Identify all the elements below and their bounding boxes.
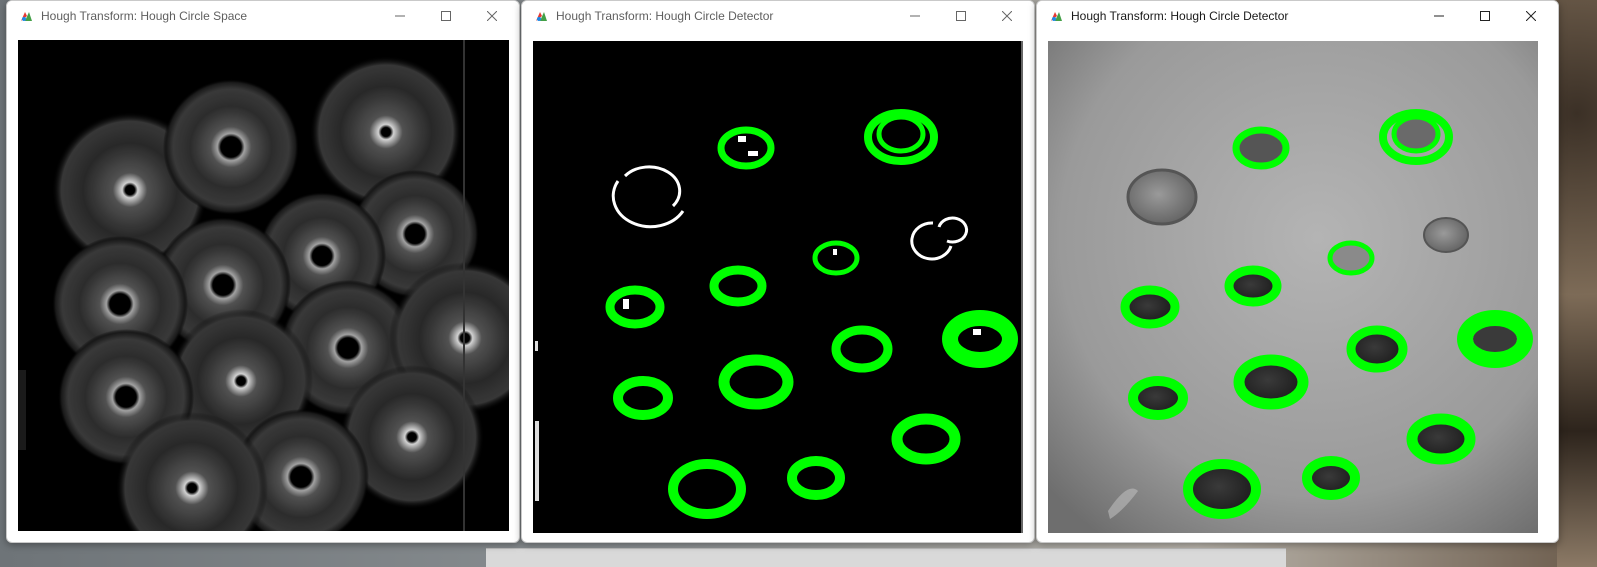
edge-detection-image [533, 41, 1023, 533]
minimize-button[interactable] [377, 1, 423, 31]
hough-circle-detector-window[interactable]: Hough Transform: Hough Circle Detector [1036, 0, 1559, 543]
minimize-button[interactable] [892, 1, 938, 31]
maximize-button[interactable] [423, 1, 469, 31]
title-bar[interactable]: Hough Transform: Hough Circle Space [7, 1, 519, 31]
close-icon [1526, 11, 1536, 21]
maximize-button[interactable] [938, 1, 984, 31]
background-window-edge [486, 548, 1286, 567]
opencv-app-icon [1051, 12, 1062, 21]
close-button[interactable] [1508, 1, 1554, 31]
window-title: Hough Transform: Hough Circle Space [41, 9, 248, 23]
detected-circles-on-edges [535, 41, 1023, 533]
maximize-icon [1480, 11, 1490, 21]
hough-edge-detector-window[interactable]: Hough Transform: Hough Circle Detector [521, 0, 1035, 543]
opencv-app-icon [536, 12, 547, 21]
hough-circle-space-window[interactable]: Hough Transform: Hough Circle Space [6, 0, 520, 543]
close-icon [487, 11, 497, 21]
minimize-icon [1434, 15, 1444, 17]
hough-space-image [18, 40, 509, 531]
maximize-icon [441, 11, 451, 21]
minimize-button[interactable] [1416, 1, 1462, 31]
minimize-icon [395, 15, 405, 17]
minimize-icon [910, 15, 920, 17]
maximize-icon [956, 11, 966, 21]
close-button[interactable] [984, 1, 1030, 31]
close-button[interactable] [469, 1, 515, 31]
title-bar[interactable]: Hough Transform: Hough Circle Detector [522, 1, 1034, 31]
opencv-app-icon [21, 12, 32, 21]
desktop-wallpaper [1557, 0, 1597, 567]
hough-accumulator-render [18, 40, 509, 531]
close-icon [1002, 11, 1012, 21]
window-title: Hough Transform: Hough Circle Detector [556, 9, 774, 23]
title-bar[interactable]: Hough Transform: Hough Circle Detector [1037, 1, 1558, 31]
coin-photo-with-detections [1048, 41, 1538, 533]
window-title: Hough Transform: Hough Circle Detector [1071, 9, 1289, 23]
detected-circles-on-photo [1048, 41, 1538, 533]
maximize-button[interactable] [1462, 1, 1508, 31]
